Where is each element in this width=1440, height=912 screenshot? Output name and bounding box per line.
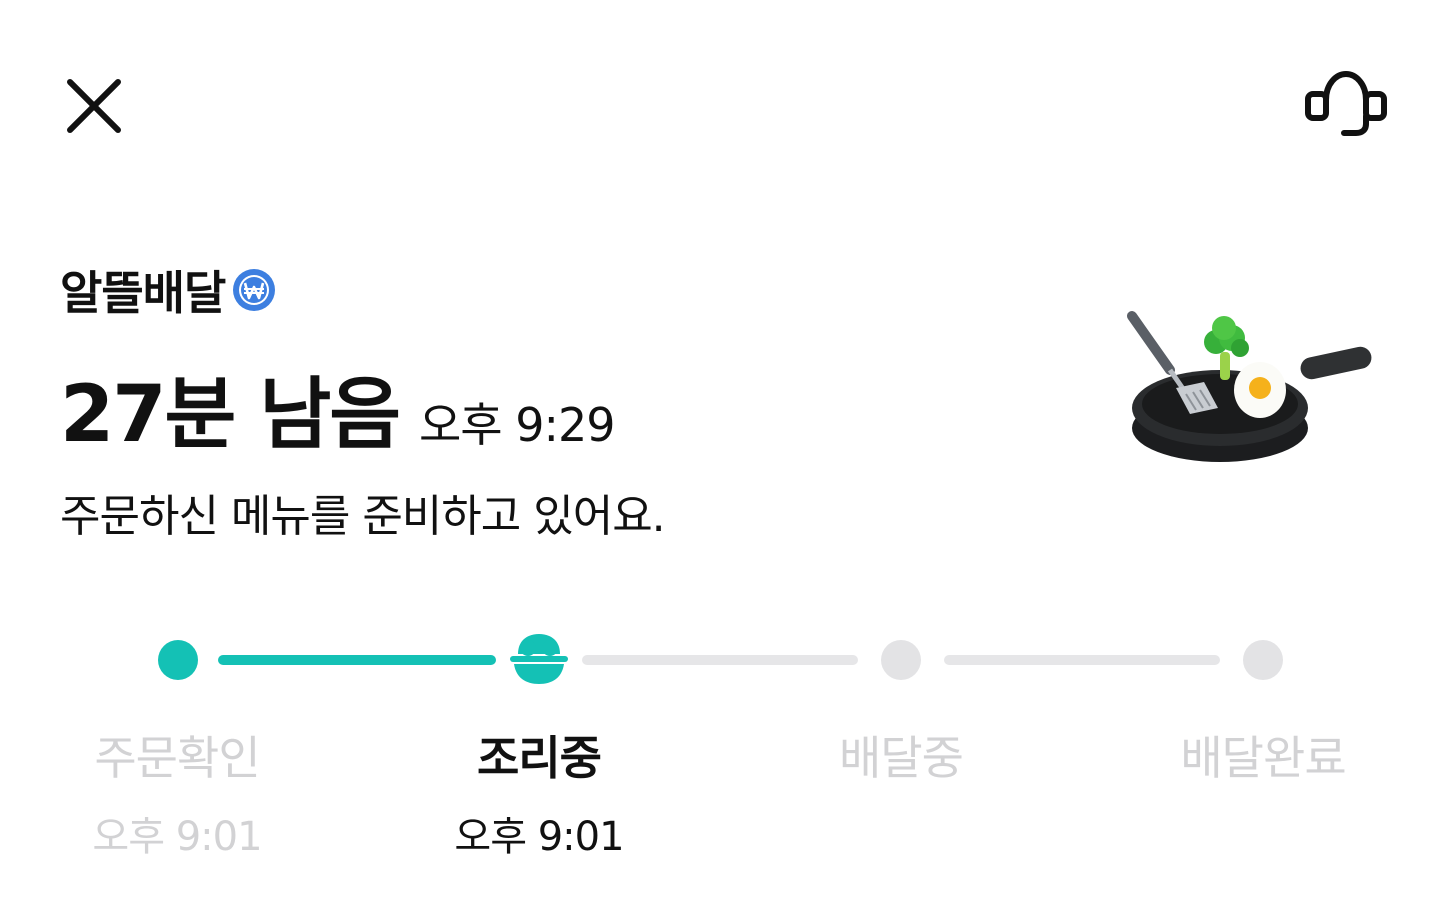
order-progress-tracker bbox=[0, 620, 1440, 700]
remaining-time: 27분 남음 bbox=[60, 370, 401, 460]
rice-bowl-icon bbox=[510, 634, 568, 684]
won-coin-badge-icon bbox=[233, 269, 276, 311]
top-bar bbox=[0, 0, 1440, 210]
step-dot-delivered bbox=[1243, 640, 1283, 680]
step-time-order-confirmed: 오후 9:01 bbox=[92, 814, 262, 860]
step-label-delivered: 배달완료 bbox=[1180, 731, 1346, 785]
customer-support-button[interactable] bbox=[1300, 70, 1392, 142]
status-message: 주문하신 메뉴를 준비하고 있어요. bbox=[60, 491, 666, 542]
progress-line-3 bbox=[944, 655, 1220, 665]
close-button[interactable] bbox=[62, 74, 126, 138]
step-dot-delivering bbox=[881, 640, 921, 680]
step-label-cooking: 조리중 bbox=[477, 731, 602, 785]
eta-row: 27분 남음 오후 9:29 bbox=[60, 352, 616, 464]
progress-line-2 bbox=[582, 655, 858, 665]
arrival-time: 오후 9:29 bbox=[418, 398, 616, 452]
step-dot-order-confirmed bbox=[158, 640, 198, 680]
frying-pan-cooking-icon bbox=[1127, 311, 1372, 462]
delivery-type-name: 알뜰배달 bbox=[60, 266, 226, 320]
step-label-order-confirmed: 주문확인 bbox=[94, 731, 260, 785]
step-label-delivering: 배달중 bbox=[839, 731, 964, 785]
close-icon bbox=[67, 79, 121, 133]
step-time-cooking: 오후 9:01 bbox=[454, 814, 624, 860]
delivery-type-row: 알뜰배달 bbox=[60, 262, 277, 320]
headset-icon bbox=[1305, 70, 1387, 136]
progress-line-1 bbox=[218, 655, 496, 665]
